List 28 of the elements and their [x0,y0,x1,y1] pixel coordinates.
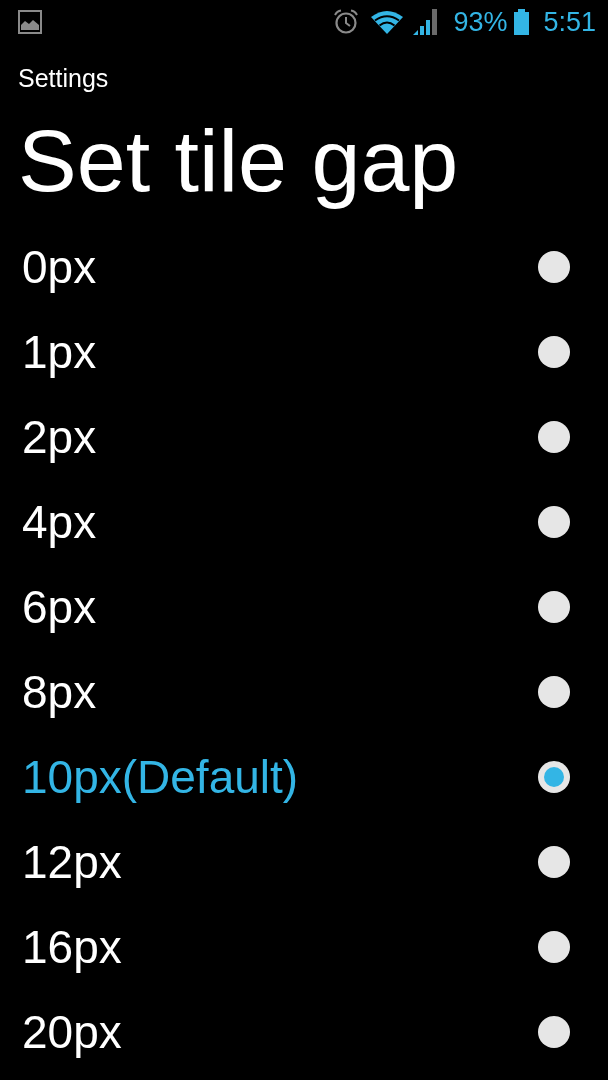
radio-button[interactable] [538,335,570,368]
radio-button[interactable] [538,675,570,708]
option-row[interactable]: 12px [0,819,608,904]
option-row[interactable]: 1px [0,309,608,394]
radio-button-selected[interactable] [538,760,570,793]
option-row[interactable]: 4px [0,479,608,564]
radio-button[interactable] [538,845,570,878]
radio-button[interactable] [538,505,570,538]
option-row[interactable]: 0px [0,224,608,309]
option-row[interactable]: 20px [0,989,608,1074]
option-row[interactable]: 8px [0,649,608,734]
radio-button[interactable] [538,420,570,453]
radio-button[interactable] [538,590,570,623]
radio-button[interactable] [538,1015,570,1048]
battery-icon [514,9,530,35]
radio-button[interactable] [538,930,570,963]
option-row[interactable]: 6px [0,564,608,649]
alarm-clock-icon [333,9,360,35]
radio-button[interactable] [538,250,570,283]
clock-time: 5:51 [543,8,596,36]
option-row[interactable]: 16px [0,904,608,989]
image-icon [18,10,42,34]
signal-icon [413,9,440,35]
wifi-icon [371,10,404,34]
option-row[interactable]: 2px [0,394,608,479]
app-name: Settings [18,65,109,91]
option-row[interactable]: 10px(Default) [0,734,608,819]
battery-percent: 93% [453,8,508,36]
